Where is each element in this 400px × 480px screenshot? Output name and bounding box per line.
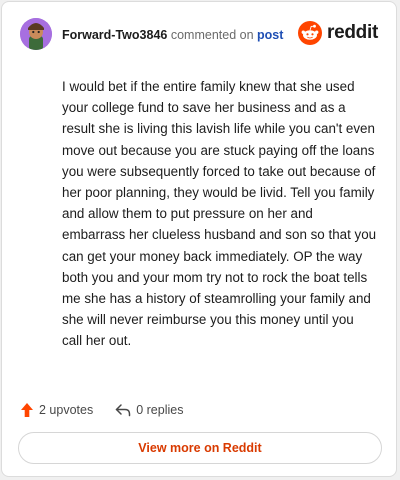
reply-button[interactable]: 0 replies [115,403,183,417]
comment-actions: 2 upvotes 0 replies [20,400,205,420]
post-link[interactable]: post [257,28,283,42]
reply-arrow-icon [115,404,131,417]
comment-meta: Forward-Two3846 commented on post [62,28,283,42]
reply-count: 0 replies [136,403,184,417]
comment-header: Forward-Two3846 commented on post reddit [20,18,380,52]
username-link[interactable]: Forward-Two3846 [62,28,167,42]
view-more-button[interactable]: View more on Reddit [18,432,382,464]
reddit-snoo-icon [298,21,323,45]
avatar-image [20,18,52,50]
reddit-logo[interactable]: reddit [298,21,378,45]
action-text: commented on [170,28,254,42]
upvote-button[interactable]: 2 upvotes [20,402,93,418]
upvote-count: 2 upvotes [39,403,94,417]
user-avatar[interactable] [20,18,52,50]
comment-body: I would bet if the entire family knew th… [62,79,377,349]
embedded-comment-card: Forward-Two3846 commented on post reddit… [1,1,397,477]
upvote-arrow-icon [21,403,33,417]
reddit-wordmark: reddit [327,22,378,43]
